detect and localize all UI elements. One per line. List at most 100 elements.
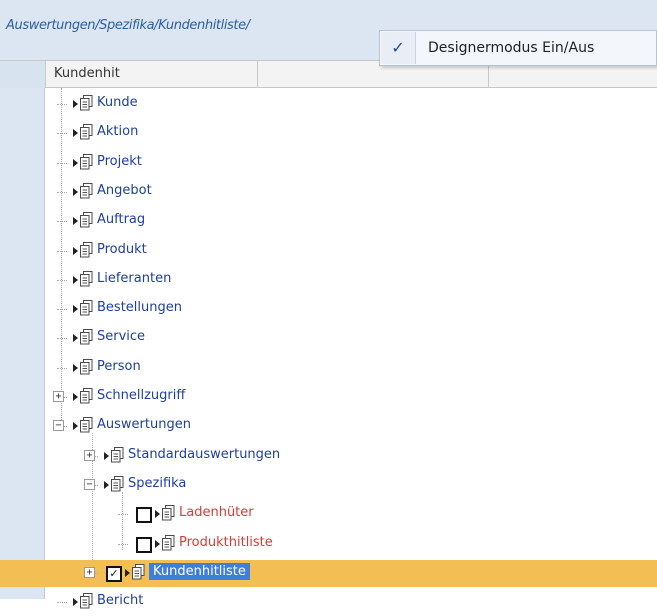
tree-connector bbox=[57, 104, 67, 105]
document-stack-icon bbox=[132, 563, 145, 580]
document-stack-icon bbox=[80, 182, 93, 199]
tree-row[interactable]: + Schnellzugriff bbox=[46, 384, 657, 411]
play-arrow-icon bbox=[73, 275, 78, 284]
play-arrow-icon bbox=[73, 305, 78, 314]
tree-row[interactable]: Person bbox=[46, 355, 657, 382]
tree-item-label[interactable]: Angebot bbox=[97, 183, 152, 198]
play-arrow-icon bbox=[155, 510, 160, 519]
tree-item-label[interactable]: Kunde bbox=[97, 95, 138, 110]
tree-row[interactable]: Service bbox=[46, 325, 657, 352]
play-arrow-icon bbox=[73, 100, 78, 108]
item-checkbox[interactable]: ✓ bbox=[106, 565, 122, 582]
tree-connector bbox=[57, 309, 67, 311]
play-arrow-icon bbox=[125, 568, 130, 577]
tree-item-label[interactable]: Bericht bbox=[97, 593, 143, 608]
tree-row[interactable]: Angebot bbox=[46, 179, 657, 206]
tree-row[interactable]: + Standardauswertungen bbox=[46, 443, 657, 470]
document-stack-icon bbox=[80, 124, 93, 140]
tree-item-label[interactable]: Aktion bbox=[97, 124, 138, 139]
document-stack-icon bbox=[111, 446, 124, 463]
breadcrumb-path[interactable]: Auswertungen/Spezifika/Kundenhitliste/ bbox=[6, 18, 250, 33]
tree-row[interactable]: Ladenhüter bbox=[46, 501, 657, 528]
tree-row[interactable]: Kunde bbox=[46, 91, 657, 118]
play-arrow-icon bbox=[73, 217, 78, 226]
tree-row[interactable]: Bericht bbox=[46, 589, 657, 616]
document-stack-icon bbox=[80, 241, 93, 258]
tree-item-label[interactable]: Auswertungen bbox=[97, 417, 191, 432]
document-stack-icon bbox=[80, 270, 93, 287]
checkmark-icon: ✓ bbox=[381, 32, 416, 64]
tree-connector bbox=[57, 338, 67, 340]
document-stack-icon bbox=[80, 417, 93, 433]
tree-item-label[interactable]: Person bbox=[97, 359, 141, 374]
play-arrow-icon bbox=[73, 393, 78, 401]
tree-item-label[interactable]: Spezifika bbox=[128, 476, 186, 491]
column-header-kundenhit[interactable]: Kundenhit bbox=[46, 61, 258, 88]
document-stack-icon bbox=[111, 475, 124, 492]
tree-item-label[interactable]: Ladenhüter bbox=[179, 505, 254, 520]
tree-item-label[interactable]: Standardauswertungen bbox=[128, 447, 280, 462]
collapse-icon[interactable]: − bbox=[84, 478, 95, 490]
expand-icon[interactable]: + bbox=[84, 566, 95, 578]
navigation-tree: Kunde Aktion Projekt Angebot Auftrag Produkt L… bbox=[0, 88, 657, 609]
tree-row[interactable]: − Spezifika bbox=[46, 472, 657, 499]
tree-item-label[interactable]: Produkt bbox=[97, 242, 147, 257]
tree-item-label[interactable]: Schnellzugriff bbox=[97, 388, 185, 403]
play-arrow-icon bbox=[73, 246, 78, 255]
tree-connector bbox=[57, 602, 67, 604]
tree-connector bbox=[57, 133, 67, 135]
play-arrow-icon bbox=[73, 129, 78, 138]
tree-row[interactable]: Produkt bbox=[46, 238, 657, 265]
play-arrow-icon bbox=[104, 451, 109, 460]
row-header-corner bbox=[0, 61, 46, 88]
document-stack-icon bbox=[80, 593, 93, 609]
tree-row[interactable]: Projekt bbox=[46, 150, 657, 177]
tree-row[interactable]: Lieferanten bbox=[46, 267, 657, 294]
play-arrow-icon bbox=[73, 158, 78, 167]
document-stack-icon bbox=[162, 534, 175, 551]
collapse-icon[interactable]: − bbox=[53, 420, 64, 432]
play-arrow-icon bbox=[73, 187, 78, 196]
document-stack-icon bbox=[80, 95, 93, 111]
item-checkbox[interactable] bbox=[136, 507, 152, 524]
document-stack-icon bbox=[80, 329, 93, 345]
designer-mode-menu[interactable]: ✓ Designermodus Ein/Aus bbox=[379, 30, 657, 66]
document-stack-icon bbox=[80, 388, 93, 404]
tree-row[interactable]: Bestellungen bbox=[46, 296, 657, 323]
tree-connector bbox=[118, 514, 128, 516]
play-arrow-icon bbox=[73, 422, 78, 431]
document-stack-icon bbox=[80, 153, 93, 170]
expand-icon[interactable]: + bbox=[53, 391, 64, 402]
tree-connector bbox=[57, 279, 67, 281]
play-arrow-icon bbox=[73, 363, 78, 372]
tree-item-label[interactable]: Projekt bbox=[97, 154, 142, 169]
play-arrow-icon bbox=[155, 539, 160, 548]
tree-item-label[interactable]: Service bbox=[97, 329, 145, 344]
tree-item-label[interactable]: Auftrag bbox=[97, 212, 145, 227]
tree-row-selected[interactable]: + ✓ Kundenhitliste bbox=[0, 559, 657, 587]
tree-connector bbox=[57, 367, 67, 369]
item-checkbox[interactable] bbox=[136, 536, 152, 553]
tree-row[interactable]: Auftrag bbox=[46, 208, 657, 235]
document-stack-icon bbox=[80, 300, 93, 316]
tree-item-label[interactable]: Bestellungen bbox=[97, 300, 182, 315]
document-stack-icon bbox=[80, 358, 93, 375]
document-stack-icon bbox=[162, 505, 175, 521]
tree-connector bbox=[57, 250, 67, 252]
tree-item-label[interactable]: Produkthitliste bbox=[179, 535, 273, 550]
designer-mode-toggle-label[interactable]: Designermodus Ein/Aus bbox=[428, 40, 594, 56]
tree-item-label[interactable]: Kundenhitliste bbox=[149, 562, 250, 580]
tree-row[interactable]: Aktion bbox=[46, 120, 657, 147]
play-arrow-icon bbox=[73, 334, 78, 343]
tree-row[interactable]: Produkthitliste bbox=[46, 531, 657, 558]
play-arrow-icon bbox=[73, 598, 78, 607]
tree-connector bbox=[57, 221, 67, 223]
tree-connector bbox=[57, 162, 67, 164]
tree-item-label[interactable]: Lieferanten bbox=[97, 271, 171, 286]
tree-connector bbox=[57, 191, 67, 193]
document-stack-icon bbox=[80, 212, 93, 228]
tree-connector bbox=[118, 543, 128, 545]
tree-row[interactable]: − Auswertungen bbox=[46, 413, 657, 440]
row-selector-strip bbox=[0, 88, 45, 599]
expand-icon[interactable]: + bbox=[84, 449, 95, 461]
